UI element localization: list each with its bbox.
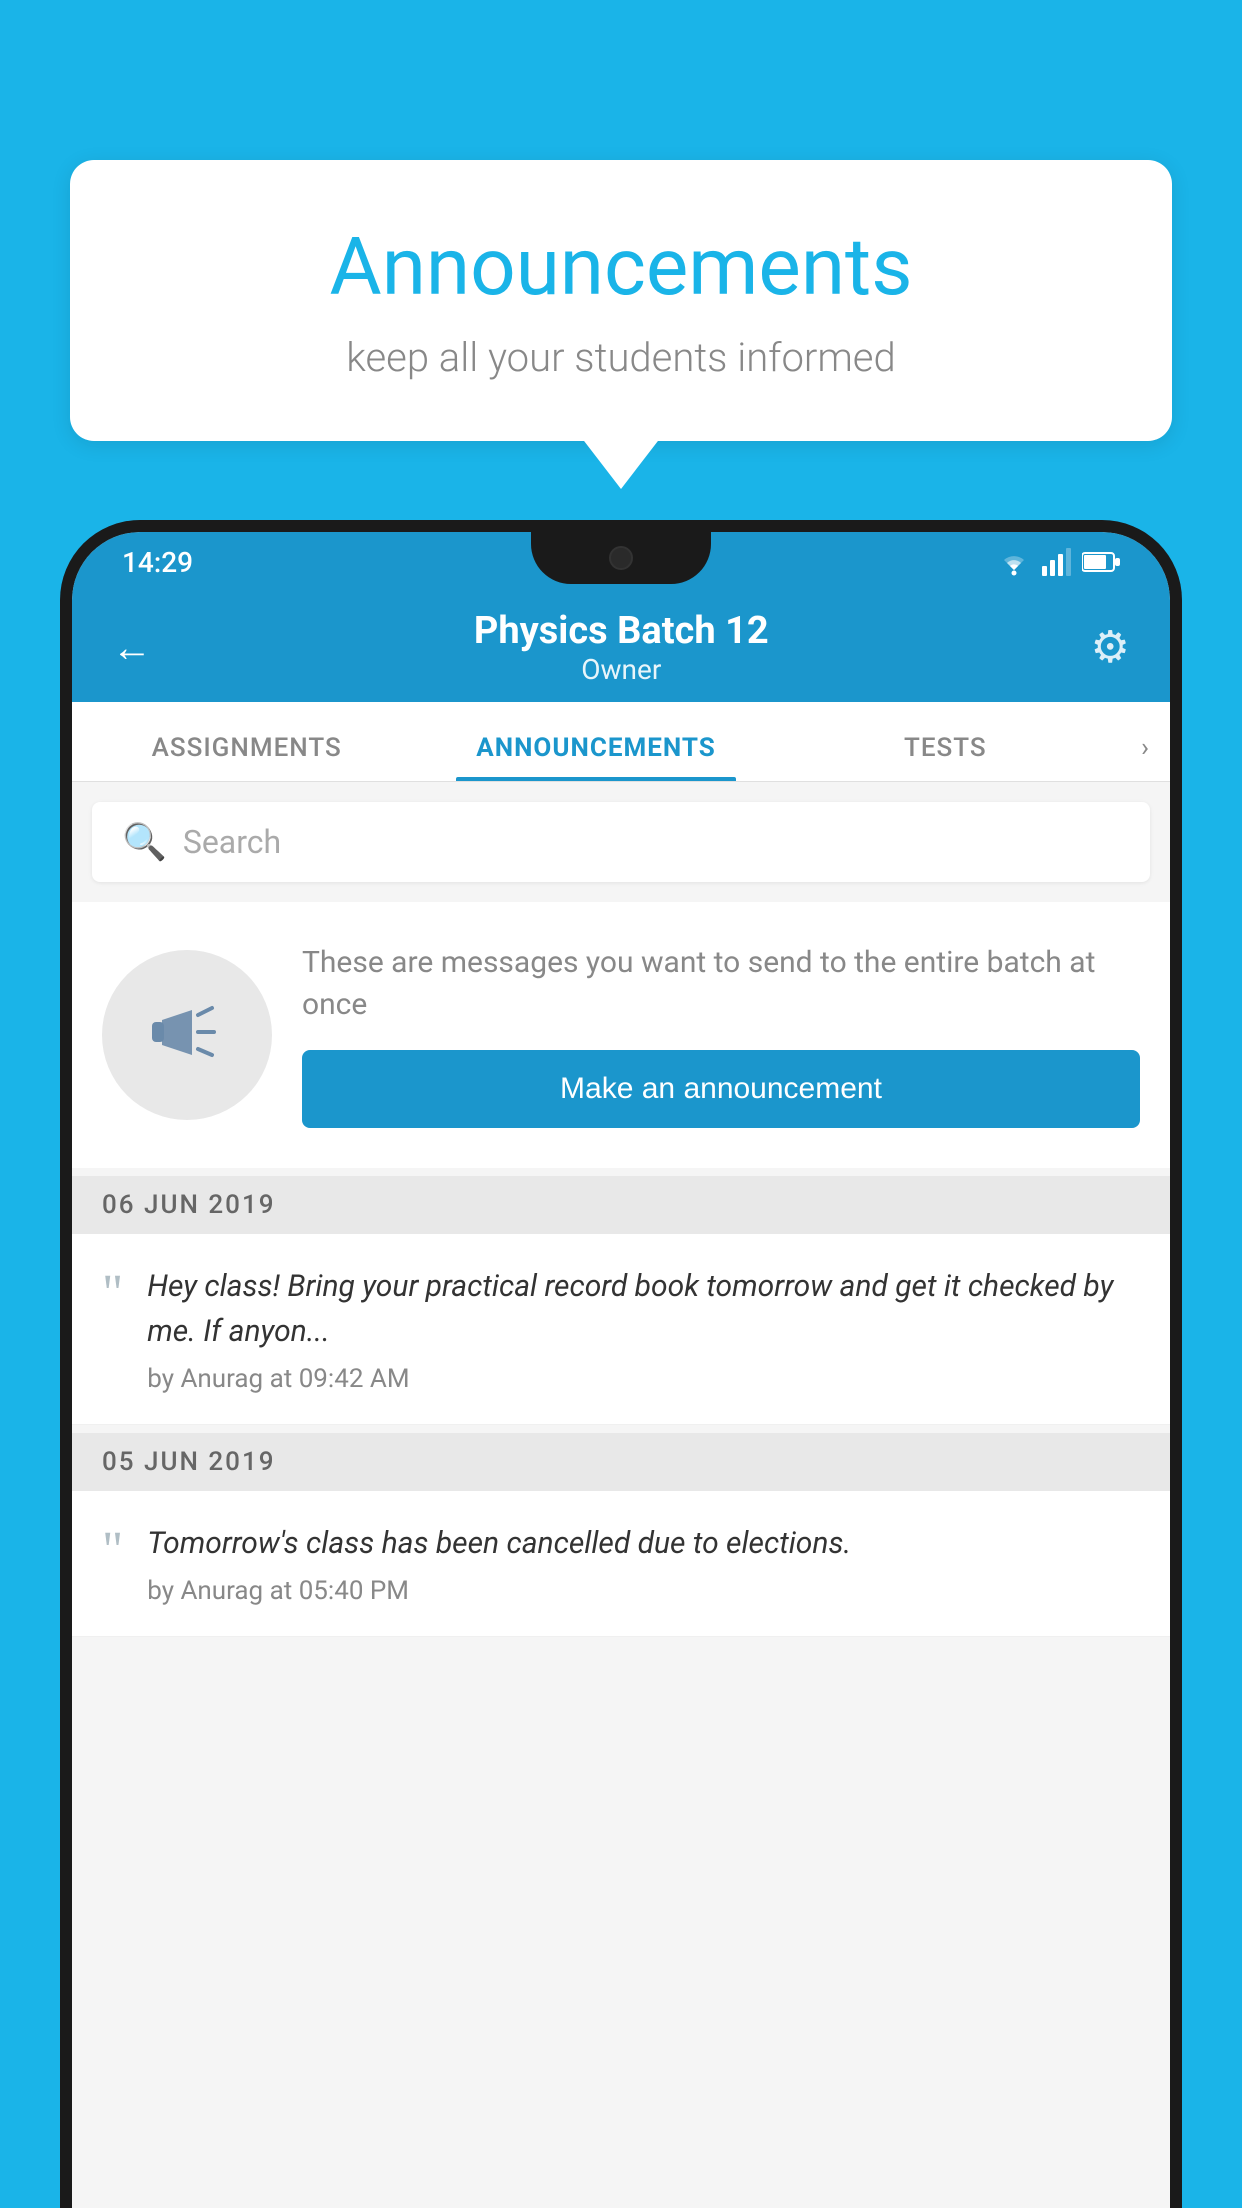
announcement-content-1: Hey class! Bring your practical record b… [147, 1264, 1140, 1394]
tab-announcements[interactable]: ANNOUNCEMENTS [421, 733, 770, 781]
app-header: ← Physics Batch 12 Owner ⚙ [72, 592, 1170, 702]
speech-bubble: Announcements keep all your students inf… [70, 160, 1172, 441]
announcement-item-2[interactable]: " Tomorrow's class has been cancelled du… [72, 1491, 1170, 1637]
phone-frame: 14:29 [60, 520, 1182, 2208]
content-area: 🔍 Search [72, 782, 1170, 2208]
announcement-icon-circle [102, 950, 272, 1120]
tab-tests[interactable]: TESTS [771, 733, 1120, 781]
settings-icon[interactable]: ⚙ [1091, 621, 1130, 673]
announcement-prompt: These are messages you want to send to t… [72, 902, 1170, 1168]
back-button[interactable]: ← [112, 624, 152, 671]
tab-assignments[interactable]: ASSIGNMENTS [72, 733, 421, 781]
announcement-prompt-right: These are messages you want to send to t… [302, 942, 1140, 1128]
date-separator-1: 06 JUN 2019 [72, 1176, 1170, 1234]
header-title-block: Physics Batch 12 Owner [152, 609, 1091, 686]
speech-bubble-subtitle: keep all your students informed [150, 334, 1092, 381]
header-subtitle: Owner [152, 653, 1091, 686]
notch [531, 532, 711, 584]
header-title: Physics Batch 12 [152, 609, 1091, 653]
date-separator-2: 05 JUN 2019 [72, 1433, 1170, 1491]
make-announcement-button[interactable]: Make an announcement [302, 1050, 1140, 1128]
phone-inner: 14:29 [72, 532, 1170, 2208]
announcement-author-2: by Anurag at 05:40 PM [147, 1576, 1140, 1606]
quote-icon-2: " [102, 1525, 123, 1577]
phone-screen: 14:29 [72, 532, 1170, 2208]
quote-icon-1: " [102, 1268, 123, 1320]
announcement-text-2: Tomorrow's class has been cancelled due … [147, 1521, 1140, 1566]
tabs-container: ASSIGNMENTS ANNOUNCEMENTS TESTS › [72, 702, 1170, 782]
announcement-text-1: Hey class! Bring your practical record b… [147, 1264, 1140, 1354]
speech-bubble-container: Announcements keep all your students inf… [70, 160, 1172, 441]
megaphone-icon [142, 990, 232, 1080]
tabs-more[interactable]: › [1120, 733, 1170, 781]
announcement-content-2: Tomorrow's class has been cancelled due … [147, 1521, 1140, 1606]
status-icons [996, 548, 1120, 576]
speech-bubble-title: Announcements [150, 220, 1092, 314]
announcement-item-1[interactable]: " Hey class! Bring your practical record… [72, 1234, 1170, 1425]
signal-icon [1042, 548, 1072, 576]
search-icon: 🔍 [122, 821, 167, 863]
wifi-icon [996, 548, 1032, 576]
battery-icon [1082, 550, 1120, 574]
announcement-author-1: by Anurag at 09:42 AM [147, 1364, 1140, 1394]
search-bar[interactable]: 🔍 Search [92, 802, 1150, 882]
status-time: 14:29 [122, 546, 193, 579]
search-placeholder: Search [183, 823, 281, 861]
front-camera [609, 546, 633, 570]
announcement-prompt-description: These are messages you want to send to t… [302, 942, 1140, 1026]
